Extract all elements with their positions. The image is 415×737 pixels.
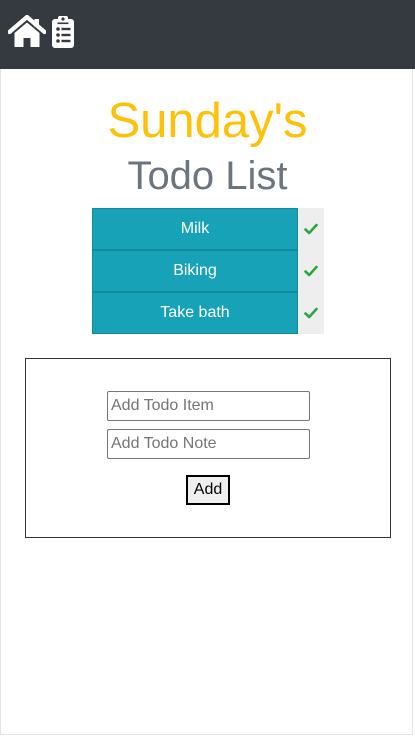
todo-row: Biking (92, 250, 324, 292)
check-icon[interactable] (298, 208, 324, 250)
check-icon[interactable] (298, 292, 324, 334)
todo-item[interactable]: Milk (92, 208, 298, 250)
add-todo-form: Add (25, 358, 391, 538)
todo-row: Take bath (92, 292, 324, 334)
clipboard-list-icon[interactable] (50, 15, 80, 49)
todo-item[interactable]: Take bath (92, 292, 298, 334)
check-icon[interactable] (298, 250, 324, 292)
home-icon[interactable] (7, 14, 47, 49)
todo-item[interactable]: Biking (92, 250, 298, 292)
todo-list: Milk Biking Take bath (92, 208, 324, 334)
day-title: Sunday's (107, 94, 308, 148)
todo-note-input[interactable] (107, 429, 310, 459)
todo-item-input[interactable] (107, 391, 310, 421)
list-title: Todo List (127, 154, 288, 198)
todo-row: Milk (92, 208, 324, 250)
navbar (0, 0, 415, 69)
add-button[interactable]: Add (186, 475, 230, 505)
